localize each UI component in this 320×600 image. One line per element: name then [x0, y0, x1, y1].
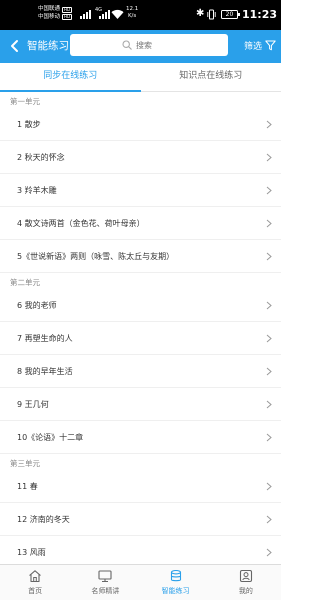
lesson-title: 4 散文诗两首（金色花、荷叶母亲）	[17, 219, 145, 228]
nav-profile-label: 我的	[238, 587, 253, 595]
filter-button[interactable]: 筛选	[244, 39, 276, 52]
page-title: 智能练习	[27, 40, 69, 52]
chevron-right-icon	[266, 400, 272, 409]
profile-icon	[239, 569, 252, 583]
lesson-row[interactable]: 7 再塑生命的人	[0, 322, 281, 355]
nav-lectures[interactable]: 名师精讲	[70, 565, 140, 600]
chevron-right-icon	[266, 482, 272, 491]
chevron-right-icon	[266, 433, 272, 442]
lesson-row[interactable]: 3 羚羊木雕	[0, 174, 281, 207]
chevron-right-icon	[266, 252, 272, 261]
lesson-title: 13 风雨	[17, 548, 46, 557]
lesson-title: 5《世说新语》两则（咏雪、陈太丘与友期）	[17, 252, 175, 261]
speed-value: 12.1	[126, 6, 139, 12]
lesson-row[interactable]: 12 济南的冬天	[0, 503, 281, 536]
hd-badge: HD	[62, 14, 73, 21]
chevron-right-icon	[266, 548, 272, 557]
lesson-title: 3 羚羊木雕	[17, 186, 57, 195]
lesson-title: 11 春	[17, 482, 38, 491]
signal-icon	[99, 9, 110, 19]
lesson-row[interactable]: 5《世说新语》两则（咏雪、陈太丘与友期）	[0, 240, 281, 273]
chevron-right-icon	[266, 334, 272, 343]
status-bar: 中国联通 HD 中国移动 HD 4G 12.1 K/s ✱ 20 11:23	[0, 0, 281, 30]
nav-home[interactable]: 首页	[0, 565, 70, 600]
lesson-list: 第一单元 1 散步 2 秋天的怀念 3 羚羊木雕 4 散文诗两首（金色花、荷叶母…	[0, 92, 281, 564]
nav-smart-practice-label: 智能练习	[161, 587, 190, 595]
hd-badge: HD	[62, 6, 73, 13]
chevron-right-icon	[266, 186, 272, 195]
lesson-row[interactable]: 11 春	[0, 470, 281, 503]
back-arrow-icon[interactable]	[8, 39, 22, 53]
chevron-right-icon	[266, 153, 272, 162]
app-header: 智能练习 筛选	[0, 30, 281, 63]
lesson-row[interactable]: 8 我的早年生活	[0, 355, 281, 388]
filter-funnel-icon	[265, 40, 276, 51]
network-speed: 12.1 K/s	[126, 6, 138, 20]
chevron-right-icon	[266, 219, 272, 228]
chevron-right-icon	[266, 515, 272, 524]
chevron-right-icon	[266, 367, 272, 376]
lesson-row[interactable]: 13 风雨	[0, 536, 281, 564]
home-icon	[29, 570, 41, 583]
nav-lectures-label: 名师精讲	[91, 587, 120, 595]
tab-sync-practice[interactable]: 同步在线练习	[0, 63, 141, 92]
bluetooth-icon: ✱	[196, 8, 205, 19]
lesson-title: 2 秋天的怀念	[17, 153, 65, 162]
search-bar[interactable]	[70, 34, 228, 56]
clock: 11:23	[242, 8, 278, 21]
carrier-info: 中国联通 HD 中国移动 HD	[38, 6, 73, 21]
tab-knowledge-practice[interactable]: 知识点在线练习	[141, 63, 282, 91]
filter-label: 筛选	[244, 42, 263, 52]
unit-header: 第一单元	[10, 97, 40, 106]
speed-unit: K/s	[127, 13, 137, 19]
stack-icon	[170, 569, 181, 582]
lesson-title: 1 散步	[17, 120, 41, 129]
lesson-row[interactable]: 1 散步	[0, 108, 281, 141]
nav-profile[interactable]: 我的	[211, 565, 281, 600]
monitor-icon	[98, 570, 112, 583]
wifi-icon	[111, 9, 124, 19]
lesson-title: 10《论语》十二章	[17, 433, 84, 442]
nav-home-label: 首页	[28, 587, 43, 595]
battery-icon: 20	[221, 10, 240, 19]
lesson-title: 12 济南的冬天	[17, 515, 70, 524]
lesson-title: 6 我的老师	[17, 301, 57, 310]
lesson-row[interactable]: 2 秋天的怀念	[0, 141, 281, 174]
signal-icon	[80, 9, 91, 19]
lesson-row[interactable]: 4 散文诗两首（金色花、荷叶母亲）	[0, 207, 281, 240]
search-input[interactable]	[136, 40, 176, 50]
carrier-2-name: 中国移动	[38, 13, 61, 20]
unit-header: 第三单元	[10, 459, 40, 468]
lesson-row[interactable]: 10《论语》十二章	[0, 421, 281, 454]
battery-level: 20	[225, 11, 234, 18]
chevron-right-icon	[266, 301, 272, 310]
practice-tabs: 同步在线练习 知识点在线练习	[0, 63, 281, 92]
chevron-right-icon	[266, 120, 272, 129]
search-icon	[122, 40, 132, 50]
lesson-title: 7 再塑生命的人	[17, 334, 73, 343]
lesson-title: 9 王几何	[17, 400, 49, 409]
vibrate-icon	[207, 9, 216, 20]
unit-header: 第二单元	[10, 278, 40, 287]
lesson-title: 8 我的早年生活	[17, 367, 73, 376]
lesson-row[interactable]: 9 王几何	[0, 388, 281, 421]
lesson-row[interactable]: 6 我的老师	[0, 289, 281, 322]
bottom-nav: 首页 名师精讲 智能练习 我的	[0, 564, 281, 600]
nav-smart-practice[interactable]: 智能练习	[141, 565, 211, 600]
carrier-1-name: 中国联通	[38, 6, 61, 12]
